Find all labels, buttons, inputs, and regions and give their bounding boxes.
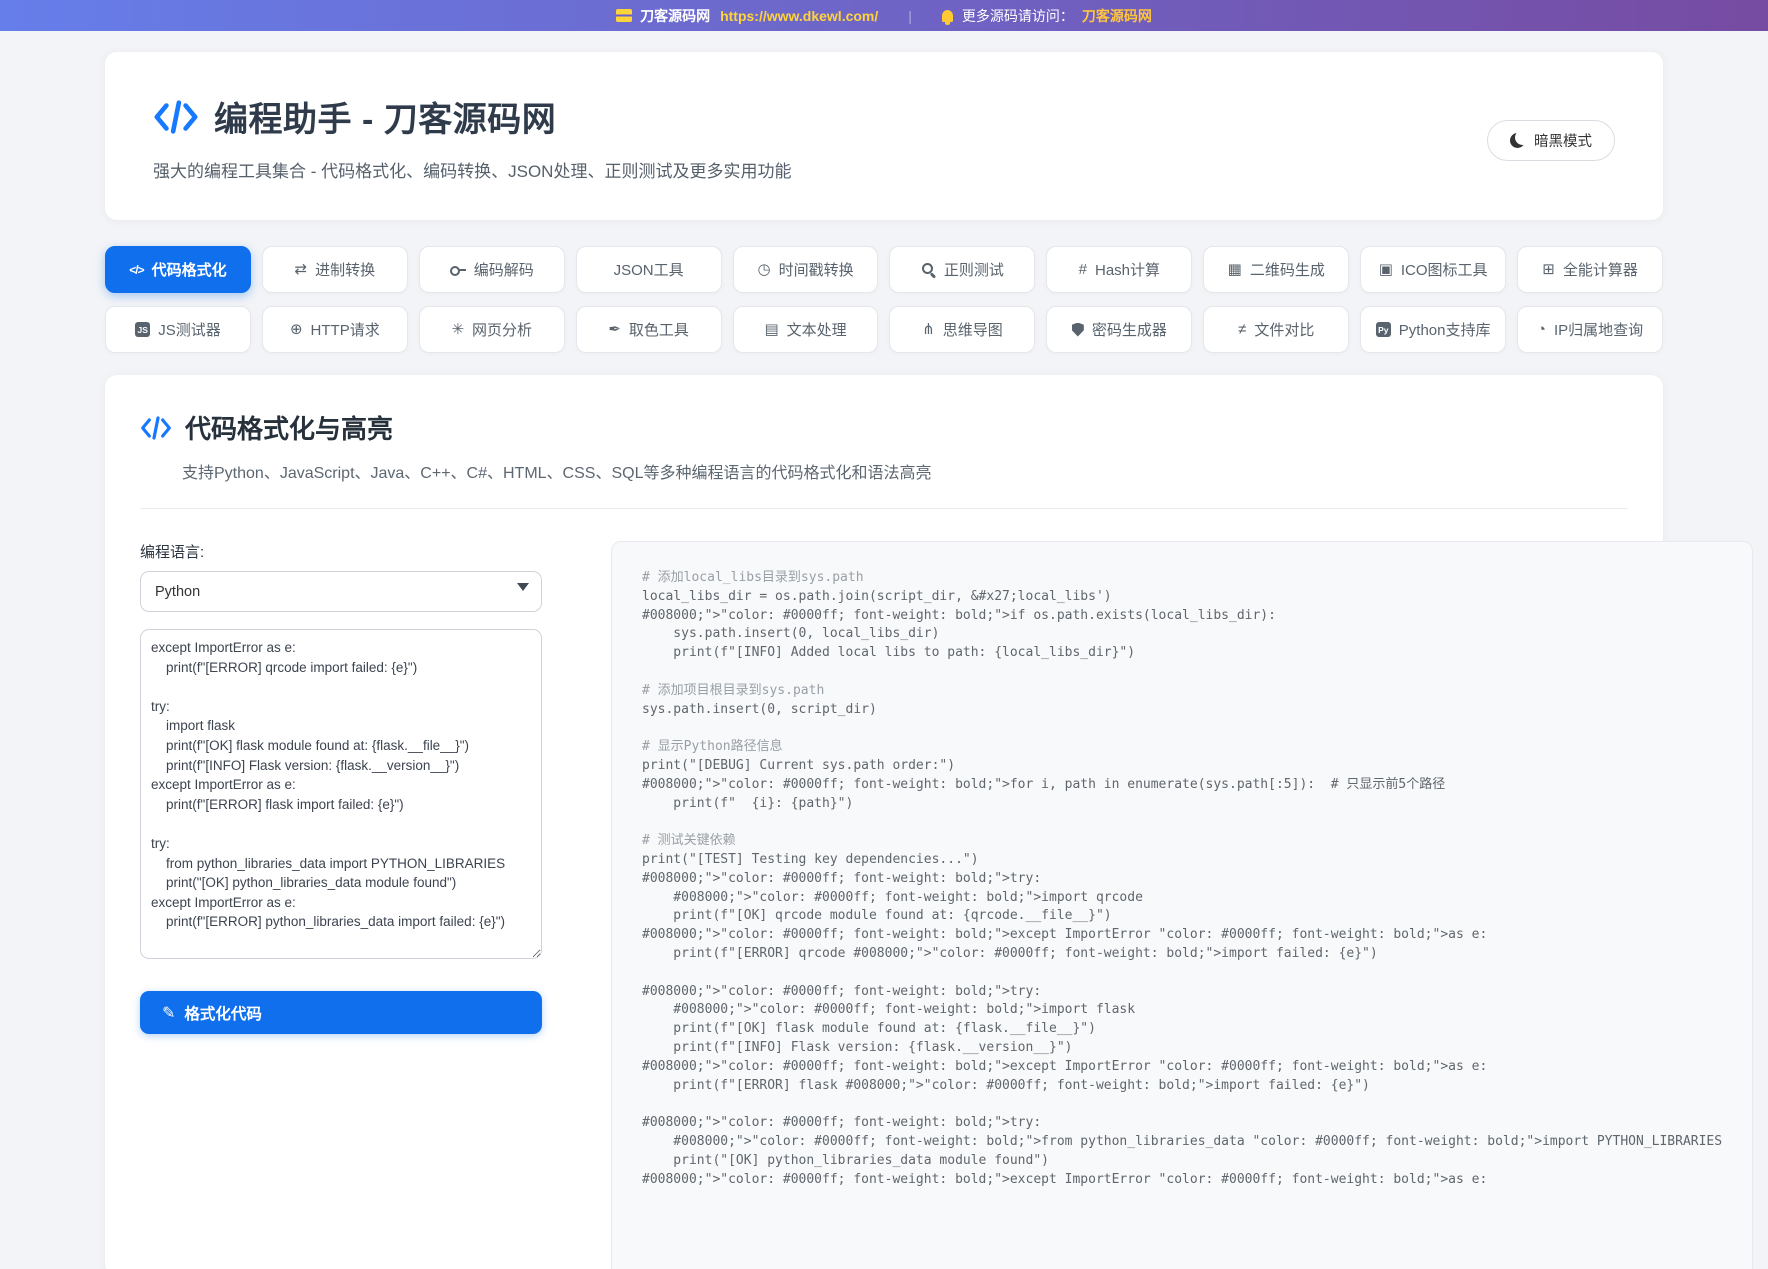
image-icon: ▣ [1379, 262, 1393, 277]
tool-button-label: 全能计算器 [1563, 259, 1638, 280]
tool-button-label: ICO图标工具 [1401, 259, 1488, 280]
tool-button-http-request[interactable]: ⊕ HTTP请求 [262, 306, 408, 353]
input-column: 编程语言: Python except ImportError as e: pr… [140, 541, 542, 1034]
output-code: # 添加local_libs目录到sys.path local_libs_dir… [642, 569, 1722, 1189]
hash-icon: # [1079, 262, 1087, 277]
site-logo-icon [616, 9, 632, 22]
output-column: # 添加local_libs目录到sys.path local_libs_dir… [611, 541, 1753, 1269]
tool-button-label: 时间戳转换 [779, 259, 854, 280]
header-card: 编程助手 - 刀客源码网 强大的编程工具集合 - 代码格式化、编码转换、JSON… [105, 52, 1663, 220]
section-title: 代码格式化与高亮 [185, 409, 393, 446]
main-card: 代码格式化与高亮 支持Python、JavaScript、Java、C++、C#… [105, 375, 1663, 1269]
python-icon: Py [1376, 322, 1391, 337]
tools-grid: </> 代码格式化 ⇄ 进制转换 编码解码 JSON工具 ◷ 时间戳转换 正则测试 # Hash计算… [105, 246, 1663, 353]
mindmap-icon: ⋔ [922, 322, 935, 337]
tool-button-label: JSON工具 [614, 259, 684, 280]
globe-icon: ⊕ [290, 322, 303, 337]
topbar: 刀客源码网 https://www.dkewl.com/ | 更多源码请访问： … [0, 0, 1768, 31]
section-code-icon [140, 414, 172, 442]
dark-mode-label: 暗黑模式 [1534, 130, 1592, 151]
language-select-wrap: Python [140, 571, 542, 612]
output-panel: # 添加local_libs目录到sys.path local_libs_dir… [611, 541, 1753, 1269]
topbar-divider: | [908, 8, 912, 24]
language-select[interactable]: Python [140, 571, 542, 612]
tool-button-calculator[interactable]: ⊞ 全能计算器 [1517, 246, 1663, 293]
tool-button-label: 网页分析 [472, 319, 532, 340]
promo-link[interactable]: 刀客源码网 [1082, 6, 1152, 26]
formatter-content: 编程语言: Python except ImportError as e: pr… [105, 509, 1663, 1269]
moon-icon [1510, 133, 1525, 148]
promo-text: 更多源码请访问： [962, 6, 1074, 26]
tool-button-file-diff[interactable]: ≠ 文件对比 [1203, 306, 1349, 353]
tool-button-ico-tool[interactable]: ▣ ICO图标工具 [1360, 246, 1506, 293]
tool-button-label: 思维导图 [943, 319, 1003, 340]
search-icon [921, 262, 936, 277]
spider-icon: ✳ [451, 322, 464, 337]
format-button[interactable]: ✎ 格式化代码 [140, 991, 542, 1034]
not-equal-icon: ≠ [1238, 322, 1246, 337]
eyedropper-icon: ✒ [608, 322, 621, 337]
tool-button-mind-map[interactable]: ⋔ 思维导图 [889, 306, 1035, 353]
tool-button-label: HTTP请求 [311, 319, 380, 340]
qrcode-icon: ▦ [1228, 262, 1242, 277]
tool-button-label: Hash计算 [1095, 259, 1160, 280]
format-button-label: 格式化代码 [184, 1002, 262, 1024]
code-input[interactable]: except ImportError as e: print(f"[ERROR]… [140, 629, 542, 959]
bell-icon [942, 10, 953, 22]
js-badge-icon: JS [135, 322, 150, 337]
site-name: 刀客源码网 [640, 6, 710, 26]
page: 刀客源码网 https://www.dkewl.com/ | 更多源码请访问： … [0, 0, 1768, 1269]
section-header: 代码格式化与高亮 [105, 409, 1663, 446]
code-icon: </> [129, 264, 143, 276]
language-label: 编程语言: [140, 541, 542, 562]
document-icon: ▤ [764, 322, 778, 337]
tool-button-hash-calc[interactable]: # Hash计算 [1046, 246, 1192, 293]
shield-icon [1072, 323, 1084, 337]
pencil-icon: ✎ [162, 1003, 175, 1023]
site-url-link[interactable]: https://www.dkewl.com/ [720, 8, 878, 24]
tool-button-label: 正则测试 [944, 259, 1004, 280]
tool-button-password-generator[interactable]: 密码生成器 [1046, 306, 1192, 353]
tool-button-label: 文本处理 [787, 319, 847, 340]
tool-button-json-tools[interactable]: JSON工具 [576, 246, 722, 293]
tool-button-label: 代码格式化 [152, 259, 227, 280]
tool-button-label: 进制转换 [315, 259, 375, 280]
dark-mode-button[interactable]: 暗黑模式 [1487, 120, 1615, 161]
tool-button-encode-decode[interactable]: 编码解码 [419, 246, 565, 293]
tool-button-base-convert[interactable]: ⇄ 进制转换 [262, 246, 408, 293]
tool-button-color-picker[interactable]: ✒ 取色工具 [576, 306, 722, 353]
tool-button-label: 二维码生成 [1250, 259, 1325, 280]
tool-button-regex-test[interactable]: 正则测试 [889, 246, 1035, 293]
tool-button-label: IP归属地查询 [1554, 319, 1643, 340]
tool-button-label: 取色工具 [629, 319, 689, 340]
tool-button-timestamp-convert[interactable]: ◷ 时间戳转换 [733, 246, 879, 293]
tool-button-ip-lookup[interactable]: ◔ IP归属地查询 [1517, 306, 1663, 353]
tool-button-label: Python支持库 [1399, 319, 1491, 340]
ip-globe-icon: ◔ [1537, 322, 1546, 337]
tool-button-label: 密码生成器 [1092, 319, 1167, 340]
page-title: 编程助手 - 刀客源码网 [214, 92, 556, 141]
calculator-icon: ⊞ [1542, 262, 1555, 277]
tool-button-web-analyze[interactable]: ✳ 网页分析 [419, 306, 565, 353]
tool-button-label: JS测试器 [158, 319, 221, 340]
tool-button-label: 编码解码 [474, 259, 534, 280]
tool-button-text-process[interactable]: ▤ 文本处理 [733, 306, 879, 353]
tool-button-code-format[interactable]: </> 代码格式化 [105, 246, 251, 293]
swap-arrows-icon: ⇄ [295, 262, 308, 277]
page-subtitle: 强大的编程工具集合 - 代码格式化、编码转换、JSON处理、正则测试及更多实用功… [153, 157, 1615, 182]
tool-button-js-tester[interactable]: JS JS测试器 [105, 306, 251, 353]
clock-icon: ◷ [757, 262, 770, 277]
tool-button-label: 文件对比 [1254, 319, 1314, 340]
tool-button-qrcode-generate[interactable]: ▦ 二维码生成 [1203, 246, 1349, 293]
code-logo-icon [153, 97, 199, 137]
key-icon [450, 263, 466, 277]
section-subtitle: 支持Python、JavaScript、Java、C++、C#、HTML、CSS… [182, 459, 1628, 483]
tool-button-python-libs[interactable]: Py Python支持库 [1360, 306, 1506, 353]
